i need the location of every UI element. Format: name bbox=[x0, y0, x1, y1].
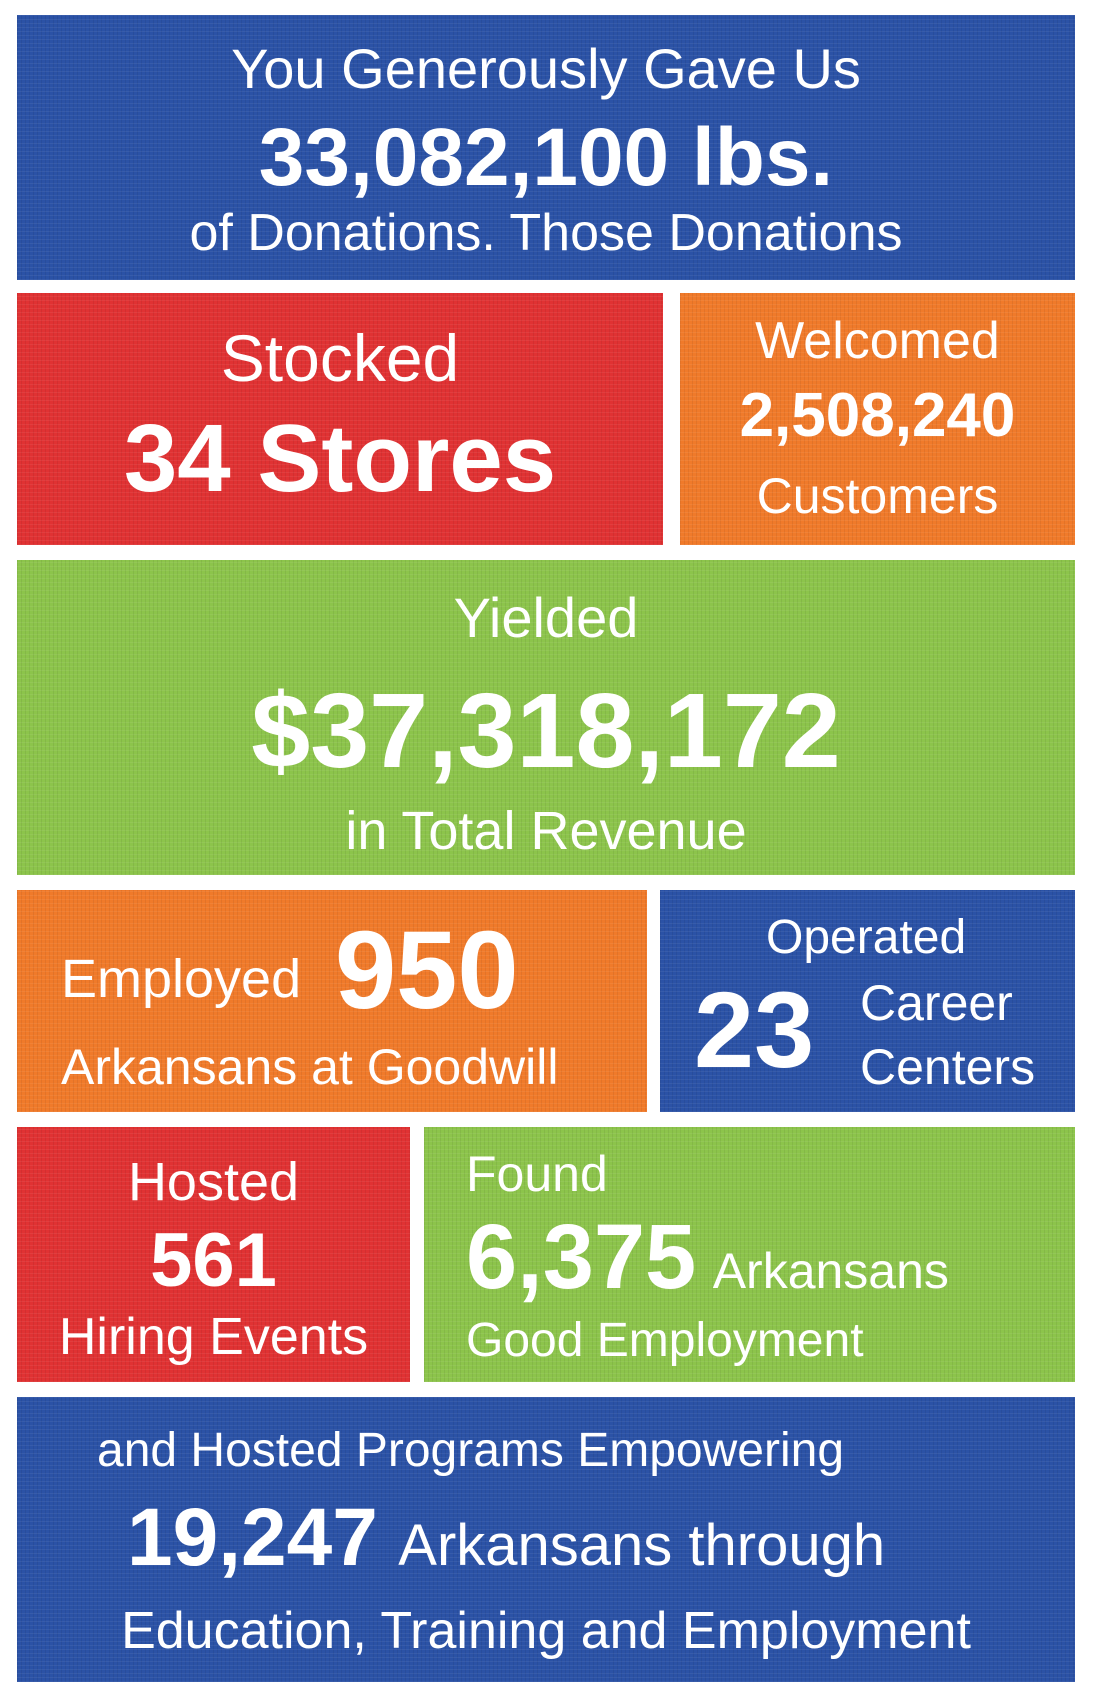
employment-tile: Found 6,375 Arkansans Good Employment bbox=[424, 1127, 1075, 1382]
donations-amount: 33,082,100 lbs. bbox=[258, 112, 834, 203]
customers-unit: Customers bbox=[756, 468, 999, 524]
hiring-unit: Hiring Events bbox=[58, 1308, 369, 1366]
employed-value: 950 bbox=[335, 909, 519, 1032]
donations-intro: You Generously Gave Us bbox=[231, 37, 861, 100]
employment-label: Found bbox=[466, 1146, 608, 1202]
employed-label: Employed bbox=[61, 949, 302, 1009]
revenue-value: $37,318,172 bbox=[251, 672, 841, 790]
employed-tile: Employed 950 Arkansans at Goodwill bbox=[17, 890, 647, 1112]
donations-outro: of Donations. Those Donations bbox=[189, 204, 903, 262]
employment-line2: Good Employment bbox=[466, 1314, 864, 1367]
programs-tile: and Hosted Programs Empowering 19,247 Ar… bbox=[17, 1397, 1075, 1682]
hiring-label: Hosted bbox=[127, 1152, 300, 1212]
programs-unit: Arkansans through bbox=[398, 1513, 886, 1578]
customers-label: Welcomed bbox=[755, 312, 1000, 370]
customers-tile: Welcomed 2,508,240 Customers bbox=[680, 293, 1075, 545]
hiring-value: 561 bbox=[150, 1218, 277, 1303]
stores-value: 34 Stores bbox=[123, 405, 557, 512]
customers-value: 2,508,240 bbox=[739, 381, 1016, 450]
employed-unit: Arkansans at Goodwill bbox=[61, 1039, 559, 1095]
career-centers-label: Operated bbox=[766, 911, 967, 964]
career-centers-tile: Operated 23 Career Centers bbox=[660, 890, 1075, 1112]
career-centers-line2: Centers bbox=[860, 1039, 1036, 1095]
employment-value-row: 6,375 Arkansans bbox=[466, 1211, 949, 1303]
career-centers-value: 23 bbox=[694, 969, 815, 1090]
employment-value: 6,375 bbox=[466, 1206, 697, 1308]
career-centers-line1: Career bbox=[860, 975, 1013, 1031]
revenue-unit: in Total Revenue bbox=[345, 801, 747, 861]
programs-intro: and Hosted Programs Empowering bbox=[97, 1424, 845, 1477]
revenue-tile: Yielded $37,318,172 in Total Revenue bbox=[17, 560, 1075, 875]
stores-tile: Stocked 34 Stores bbox=[17, 293, 663, 545]
programs-line3: Education, Training and Employment bbox=[121, 1602, 971, 1660]
hiring-tile: Hosted 561 Hiring Events bbox=[17, 1127, 410, 1382]
stores-label: Stocked bbox=[220, 321, 460, 395]
programs-value: 19,247 bbox=[127, 1492, 378, 1583]
revenue-label: Yielded bbox=[453, 586, 639, 649]
donations-tile: You Generously Gave Us 33,082,100 lbs. o… bbox=[17, 15, 1075, 280]
programs-value-row: 19,247 Arkansans through bbox=[127, 1497, 885, 1579]
employment-unit: Arkansans bbox=[712, 1243, 949, 1299]
